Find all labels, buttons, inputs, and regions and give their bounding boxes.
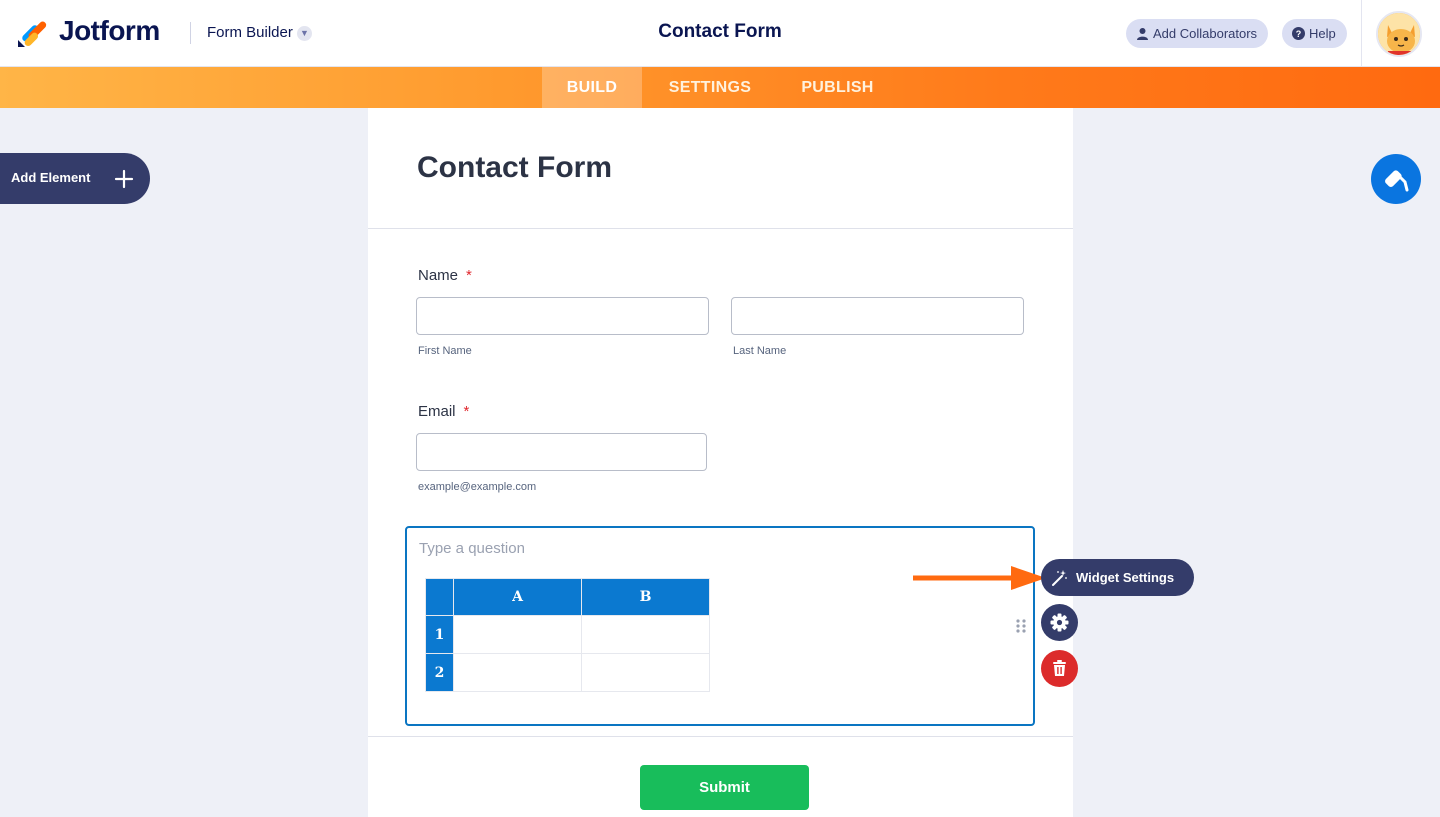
spreadsheet-widget[interactable]: Type a question A B 1 2 [405, 526, 1035, 726]
plus-icon [114, 169, 134, 189]
email-label-text: Email [418, 403, 456, 420]
add-collaborators-button[interactable]: Add Collaborators [1126, 19, 1269, 48]
first-name-input[interactable] [416, 297, 709, 335]
header-divider [190, 22, 191, 44]
mode-selector[interactable]: Form Builder [207, 24, 293, 41]
chevron-down-icon[interactable]: ▼ [297, 26, 312, 41]
first-name-sublabel: First Name [418, 345, 472, 357]
grid-cell[interactable] [581, 615, 710, 654]
brand-name[interactable]: Jotform [59, 15, 160, 47]
widget-settings-label: Widget Settings [1076, 570, 1175, 585]
name-label-text: Name [418, 267, 459, 284]
widget-settings-button[interactable]: Widget Settings [1041, 559, 1194, 596]
avatar[interactable] [1376, 11, 1422, 57]
email-input[interactable] [416, 433, 707, 471]
tab-bar: BUILD SETTINGS PUBLISH [0, 67, 1440, 108]
svg-text:?: ? [1296, 29, 1302, 39]
add-element-button[interactable]: Add Element [0, 153, 150, 204]
form-canvas: Contact Form Name * First Name Last Name … [368, 108, 1073, 817]
form-heading[interactable]: Contact Form [417, 151, 612, 185]
form-title-header[interactable]: Contact Form [620, 21, 820, 43]
name-label[interactable]: Name * [418, 267, 472, 284]
field-settings-button[interactable] [1041, 604, 1078, 641]
help-button[interactable]: ? Help [1282, 19, 1347, 48]
grid-cell[interactable] [453, 615, 582, 654]
grid-corner [425, 578, 454, 616]
grid-cell[interactable] [453, 653, 582, 692]
tab-publish[interactable]: PUBLISH [785, 67, 890, 108]
spreadsheet-grid: A B 1 2 [425, 578, 710, 692]
column-header-b: B [581, 578, 710, 616]
help-icon: ? [1292, 27, 1305, 40]
header-separator [368, 228, 1073, 229]
email-sublabel: example@example.com [418, 481, 537, 493]
tab-settings[interactable]: SETTINGS [650, 67, 770, 108]
top-bar: Jotform Form Builder ▼ Contact Form Add … [0, 0, 1440, 67]
add-element-label: Add Element [11, 170, 91, 185]
trash-icon [1053, 660, 1066, 676]
magic-wand-icon [1052, 570, 1067, 586]
drag-handle-icon[interactable] [1015, 618, 1027, 634]
paint-roller-icon [1385, 170, 1409, 192]
row-header-2: 2 [425, 653, 454, 692]
question-placeholder[interactable]: Type a question [419, 540, 525, 557]
tab-build[interactable]: BUILD [542, 67, 642, 108]
required-mark: * [463, 403, 470, 420]
grid-cell[interactable] [581, 653, 710, 692]
email-label[interactable]: Email * [418, 403, 469, 420]
submit-button[interactable]: Submit [640, 765, 809, 810]
delete-field-button[interactable] [1041, 650, 1078, 687]
column-header-a: A [453, 578, 582, 616]
footer-separator [368, 736, 1073, 737]
last-name-sublabel: Last Name [733, 345, 787, 357]
avatar-cat-icon [1378, 13, 1420, 55]
required-mark: * [466, 267, 472, 284]
jotform-logo-icon[interactable] [17, 16, 47, 48]
gear-icon [1050, 613, 1069, 632]
last-name-input[interactable] [731, 297, 1024, 335]
user-icon [1137, 28, 1148, 40]
annotation-arrow-icon [913, 566, 1046, 590]
help-label: Help [1309, 26, 1336, 41]
row-header-1: 1 [425, 615, 454, 654]
form-designer-button[interactable] [1371, 154, 1421, 204]
header-divider-right [1361, 0, 1362, 67]
add-collaborators-label: Add Collaborators [1153, 26, 1258, 41]
